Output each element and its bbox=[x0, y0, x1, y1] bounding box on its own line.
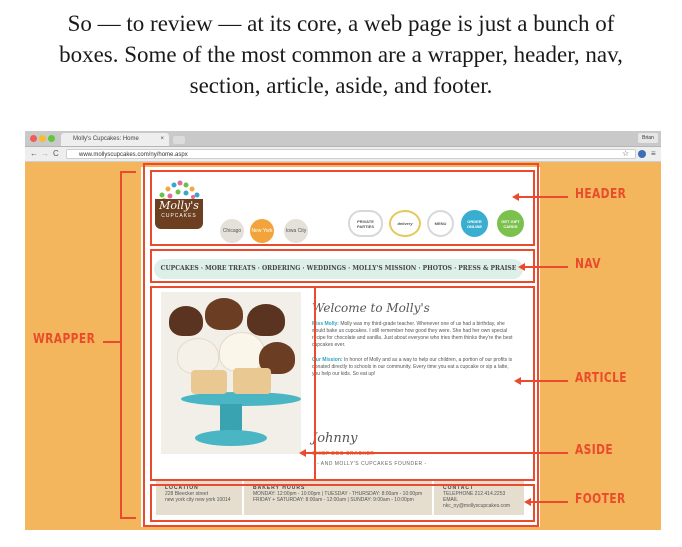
tab-title: Molly's Cupcakes: Home bbox=[73, 136, 139, 142]
wrapper-bracket-bottom bbox=[120, 517, 136, 519]
header-box bbox=[150, 170, 535, 246]
caption: So — to review — at its core, a web page… bbox=[0, 8, 682, 101]
caption-line-1: So — to review — at its core, a web page… bbox=[67, 11, 615, 36]
nav-box bbox=[150, 249, 535, 283]
caption-line-2: boxes. Some of the most common are a wra… bbox=[59, 42, 623, 67]
label-header: HEADER bbox=[575, 187, 627, 202]
tab-close-icon[interactable]: × bbox=[160, 133, 164, 146]
profile-button[interactable]: Brian bbox=[638, 133, 658, 143]
address-bar-row: ← → C www.mollyscupcakes.com/ny/home.asp… bbox=[25, 147, 661, 162]
arrow-nav bbox=[524, 266, 568, 268]
wrapper-bracket-line bbox=[120, 171, 122, 519]
browser-tab[interactable]: Molly's Cupcakes: Home × bbox=[61, 133, 169, 146]
arrow-article-head bbox=[514, 377, 521, 385]
wrapper-connector bbox=[103, 341, 120, 343]
wrapper-bracket-top bbox=[120, 171, 136, 173]
arrow-footer-head bbox=[524, 498, 531, 506]
close-window-icon[interactable] bbox=[30, 135, 37, 142]
aside-box bbox=[150, 286, 316, 481]
arrow-header bbox=[518, 196, 568, 198]
arrow-aside-head bbox=[299, 449, 306, 457]
maximize-window-icon[interactable] bbox=[48, 135, 55, 142]
back-icon[interactable]: ← bbox=[30, 149, 38, 159]
label-wrapper: WRAPPER bbox=[33, 332, 96, 347]
label-nav: NAV bbox=[575, 257, 601, 272]
arrow-nav-head bbox=[518, 263, 525, 271]
label-aside: ASIDE bbox=[575, 443, 614, 458]
browser-menu-icon[interactable]: ≡ bbox=[651, 149, 656, 159]
new-tab-button[interactable] bbox=[173, 136, 185, 144]
footer-box bbox=[150, 484, 535, 522]
minimize-window-icon[interactable] bbox=[39, 135, 46, 142]
extension-icon[interactable] bbox=[638, 150, 646, 158]
reload-icon[interactable]: C bbox=[53, 149, 59, 159]
arrow-aside bbox=[305, 452, 568, 454]
arrow-article bbox=[520, 380, 568, 382]
forward-icon[interactable]: → bbox=[41, 149, 49, 159]
bookmark-star-icon[interactable]: ☆ bbox=[622, 149, 629, 159]
url-input[interactable]: www.mollyscupcakes.com/ny/home.aspx bbox=[66, 149, 636, 159]
browser-tab-bar: Molly's Cupcakes: Home × Brian bbox=[25, 131, 661, 147]
arrow-footer bbox=[530, 501, 568, 503]
caption-line-3: section, article, aside, and footer. bbox=[189, 73, 493, 98]
label-article: ARTICLE bbox=[575, 371, 627, 386]
arrow-header-head bbox=[512, 193, 519, 201]
label-footer: FOOTER bbox=[575, 492, 626, 507]
browser-window: Molly's Cupcakes: Home × Brian ← → C www… bbox=[25, 131, 661, 530]
